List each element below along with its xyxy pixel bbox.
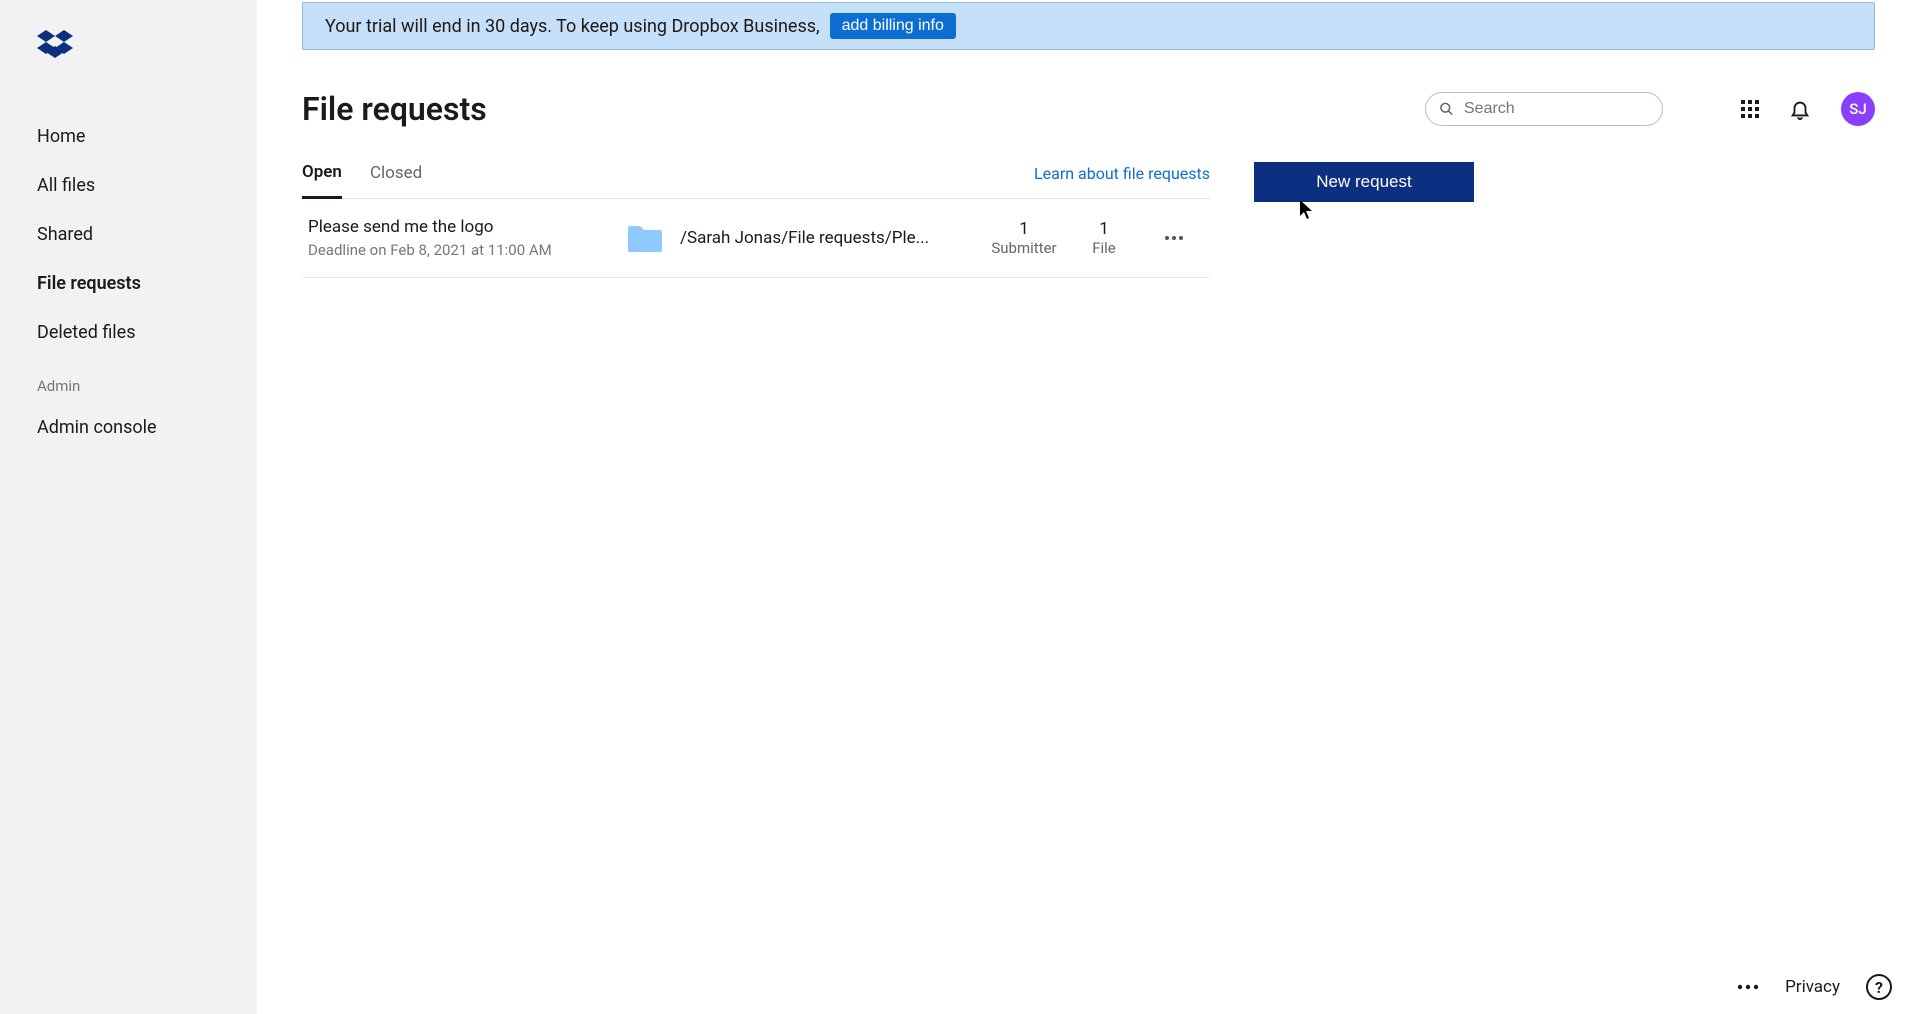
dropbox-logo[interactable]	[0, 30, 257, 64]
page-title: File requests	[302, 90, 1425, 128]
new-request-button[interactable]: New request	[1254, 162, 1474, 202]
trial-banner: Your trial will end in 30 days. To keep …	[302, 2, 1875, 50]
sidebar-item-deleted-files[interactable]: Deleted files	[0, 308, 257, 357]
main: Your trial will end in 30 days. To keep …	[257, 0, 1920, 1014]
folder-icon	[628, 224, 662, 252]
sidebar-section-admin: Admin	[0, 357, 257, 403]
sidebar-item-file-requests[interactable]: File requests	[0, 259, 257, 308]
search-input[interactable]	[1425, 92, 1663, 126]
sidebar-item-home[interactable]: Home	[0, 112, 257, 161]
apps-grid-icon[interactable]	[1741, 100, 1759, 118]
sidebar-item-all-files[interactable]: All files	[0, 161, 257, 210]
submitter-count: 1 Submitter	[984, 219, 1064, 257]
search-wrap	[1425, 92, 1663, 126]
sidebar: Home All files Shared File requests Dele…	[0, 0, 257, 1014]
footer-menu-icon[interactable]	[1737, 984, 1759, 990]
submitter-count-num: 1	[1019, 219, 1029, 239]
request-folder-path: /Sarah Jonas/File requests/Ple...	[680, 228, 929, 248]
privacy-link[interactable]: Privacy	[1785, 977, 1840, 997]
learn-link[interactable]: Learn about file requests	[1034, 164, 1210, 197]
file-count: 1 File	[1064, 219, 1144, 257]
request-row[interactable]: Please send me the logo Deadline on Feb …	[302, 199, 1210, 278]
submitter-count-label: Submitter	[991, 239, 1056, 257]
trial-banner-text: Your trial will end in 30 days. To keep …	[325, 16, 820, 37]
file-count-label: File	[1092, 239, 1116, 257]
request-deadline: Deadline on Feb 8, 2021 at 11:00 AM	[308, 241, 628, 259]
tab-closed[interactable]: Closed	[370, 163, 422, 197]
notifications-icon[interactable]	[1789, 97, 1811, 121]
request-title: Please send me the logo	[308, 217, 628, 237]
footer: Privacy ?	[1737, 974, 1892, 1000]
tabs: Open Closed Learn about file requests	[302, 162, 1210, 199]
tab-open[interactable]: Open	[302, 162, 342, 199]
sidebar-item-shared[interactable]: Shared	[0, 210, 257, 259]
avatar[interactable]: SJ	[1841, 92, 1875, 126]
help-icon[interactable]: ?	[1866, 974, 1892, 1000]
row-menu-icon[interactable]	[1164, 235, 1184, 241]
file-count-num: 1	[1099, 219, 1109, 239]
sidebar-item-admin-console[interactable]: Admin console	[0, 403, 257, 452]
search-icon	[1439, 102, 1454, 117]
add-billing-button[interactable]: add billing info	[830, 13, 956, 39]
